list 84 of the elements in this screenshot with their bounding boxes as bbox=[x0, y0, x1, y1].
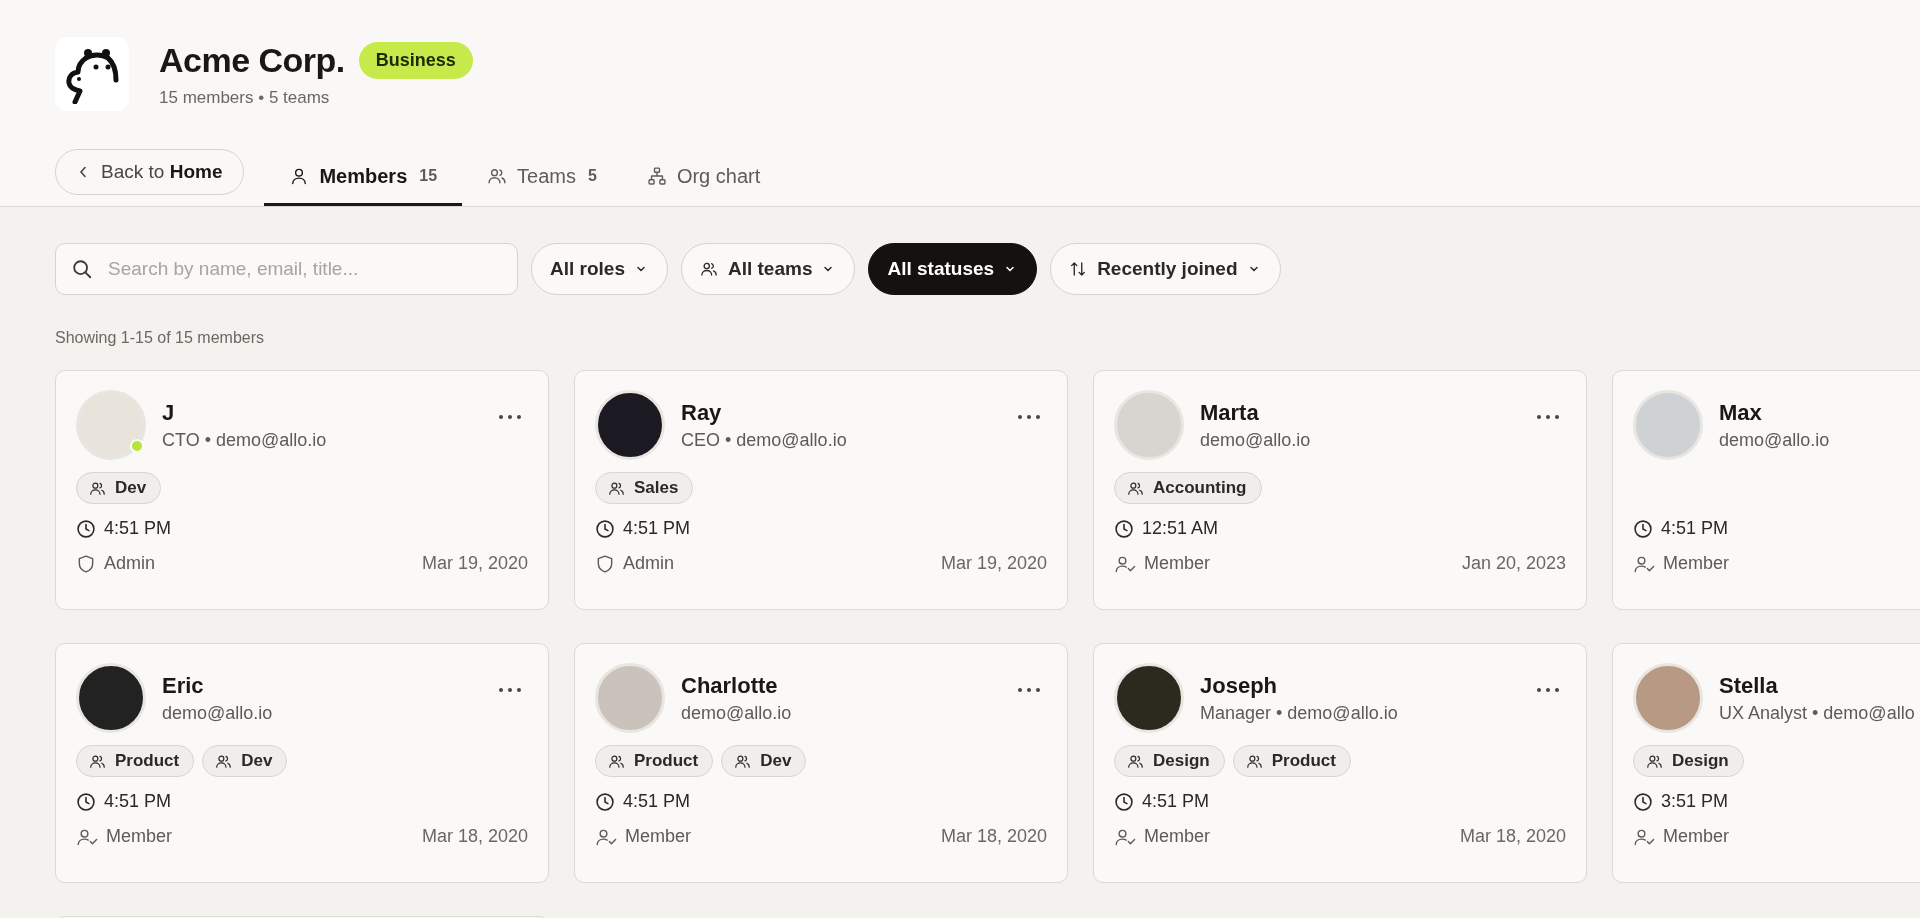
member-name: Marta bbox=[1200, 399, 1260, 426]
sort-arrows-icon bbox=[1069, 260, 1088, 278]
member-subtitle: CTO • demo@allo.io bbox=[162, 429, 327, 451]
clock-icon bbox=[595, 518, 615, 539]
people-icon bbox=[700, 260, 718, 278]
clock-icon bbox=[1633, 518, 1653, 539]
local-time: 4:51 PM bbox=[1142, 791, 1210, 812]
member-subtitle: demo@allo.io bbox=[1719, 429, 1830, 451]
shield-icon bbox=[76, 553, 96, 574]
filter-dropdown[interactable]: All roles bbox=[531, 243, 668, 295]
member-role: Member bbox=[106, 826, 172, 847]
member-name: Stella bbox=[1719, 672, 1779, 699]
member-card[interactable]: J CTO • demo@allo.io Dev 4:51 PM Admin Mar 19, 2020 bbox=[55, 370, 549, 610]
join-date: Mar 18, 2020 bbox=[1459, 826, 1566, 847]
local-time: 4:51 PM bbox=[104, 518, 172, 539]
shield-icon bbox=[595, 553, 615, 574]
team-tag: Product bbox=[76, 745, 195, 777]
member-subtitle: UX Analyst • demo@allo bbox=[1719, 702, 1915, 724]
team-tag: Sales bbox=[595, 472, 694, 504]
local-time: 4:51 PM bbox=[623, 791, 691, 812]
search-field[interactable]: Search by name, email, title... bbox=[55, 243, 518, 295]
member-name: Ray bbox=[681, 399, 723, 426]
team-tag: Product bbox=[1232, 745, 1351, 777]
tab[interactable]: Members 15 bbox=[264, 149, 463, 206]
people-icon bbox=[487, 166, 508, 186]
member-role: Member bbox=[1144, 553, 1210, 574]
team-tag: Accounting bbox=[1114, 472, 1262, 504]
team-tag: Design bbox=[1114, 745, 1225, 777]
member-subtitle: Manager • demo@allo.io bbox=[1200, 702, 1398, 724]
member-card[interactable]: Eric demo@allo.io Product Dev 4:51 PM Member Mar 18, 2020 bbox=[55, 643, 549, 883]
organization-summary: 15 members • 5 teams bbox=[159, 87, 331, 108]
member-role: Member bbox=[1144, 826, 1210, 847]
member-card[interactable]: Max demo@allo.io 4:51 PM Member bbox=[1612, 370, 1920, 610]
clock-icon bbox=[1633, 791, 1653, 812]
member-name: Eric bbox=[162, 672, 205, 699]
filter-dropdown[interactable]: All statuses bbox=[868, 243, 1038, 295]
organization-name: Acme Corp. bbox=[159, 40, 345, 80]
member-role: Admin bbox=[623, 553, 675, 574]
member-card[interactable]: Marta demo@allo.io Accounting 12:51 AM Member Jan 20, 2023 bbox=[1093, 370, 1587, 610]
member-card[interactable]: Stella UX Analyst • demo@allo Design 3:51 PM Member bbox=[1612, 643, 1920, 883]
member-name: Joseph bbox=[1200, 672, 1279, 699]
local-time: 4:51 PM bbox=[1661, 518, 1729, 539]
clock-icon bbox=[76, 518, 96, 539]
filter-dropdown[interactable]: Recently joined bbox=[1050, 243, 1281, 295]
tab[interactable]: Org chart bbox=[621, 149, 786, 206]
member-subtitle: demo@allo.io bbox=[1200, 429, 1311, 451]
clock-icon bbox=[76, 791, 96, 812]
join-date: Mar 19, 2020 bbox=[940, 553, 1047, 574]
join-date: Jan 20, 2023 bbox=[1461, 553, 1566, 574]
chevron-left-icon bbox=[77, 165, 89, 179]
member-subtitle: demo@allo.io bbox=[681, 702, 792, 724]
back-button[interactable]: Back to Home bbox=[55, 149, 245, 195]
tab[interactable]: Teams 5 bbox=[462, 149, 622, 206]
clock-icon bbox=[1114, 791, 1134, 812]
local-time: 3:51 PM bbox=[1661, 791, 1729, 812]
local-time: 4:51 PM bbox=[104, 791, 172, 812]
join-date: Mar 18, 2020 bbox=[421, 826, 528, 847]
member-role: Admin bbox=[104, 553, 156, 574]
member-subtitle: demo@allo.io bbox=[162, 702, 273, 724]
join-date: Mar 18, 2020 bbox=[940, 826, 1047, 847]
local-time: 12:51 AM bbox=[1142, 518, 1219, 539]
member-name: J bbox=[162, 399, 176, 426]
result-summary: Showing 1-15 of 15 members bbox=[55, 329, 265, 347]
team-tag: Product bbox=[595, 745, 714, 777]
member-role: Member bbox=[625, 826, 691, 847]
team-tag: Design bbox=[1633, 745, 1744, 777]
member-card[interactable]: Joseph Manager • demo@allo.io Design Product 4:51 PM Member Mar 18, 2020 bbox=[1093, 643, 1587, 883]
team-tag: Dev bbox=[202, 745, 288, 777]
clock-icon bbox=[1114, 518, 1134, 539]
member-card[interactable]: Charlotte demo@allo.io Product Dev 4:51 PM Member Mar 18, 2020 bbox=[574, 643, 1068, 883]
member-subtitle: CEO • demo@allo.io bbox=[681, 429, 847, 451]
team-tag: Dev bbox=[721, 745, 807, 777]
join-date: Mar 19, 2020 bbox=[421, 553, 528, 574]
member-name: Charlotte bbox=[681, 672, 779, 699]
team-tag: Dev bbox=[76, 472, 162, 504]
filter-dropdown[interactable]: All teams bbox=[681, 243, 856, 295]
member-card[interactable]: Ray CEO • demo@allo.io Sales 4:51 PM Admin Mar 19, 2020 bbox=[574, 370, 1068, 610]
member-name: Max bbox=[1719, 399, 1763, 426]
clock-icon bbox=[595, 791, 615, 812]
member-role: Member bbox=[1663, 826, 1729, 847]
member-role: Member bbox=[1663, 553, 1729, 574]
plan-badge: Business bbox=[358, 41, 473, 79]
local-time: 4:51 PM bbox=[623, 518, 691, 539]
org-chart-icon bbox=[646, 166, 667, 186]
